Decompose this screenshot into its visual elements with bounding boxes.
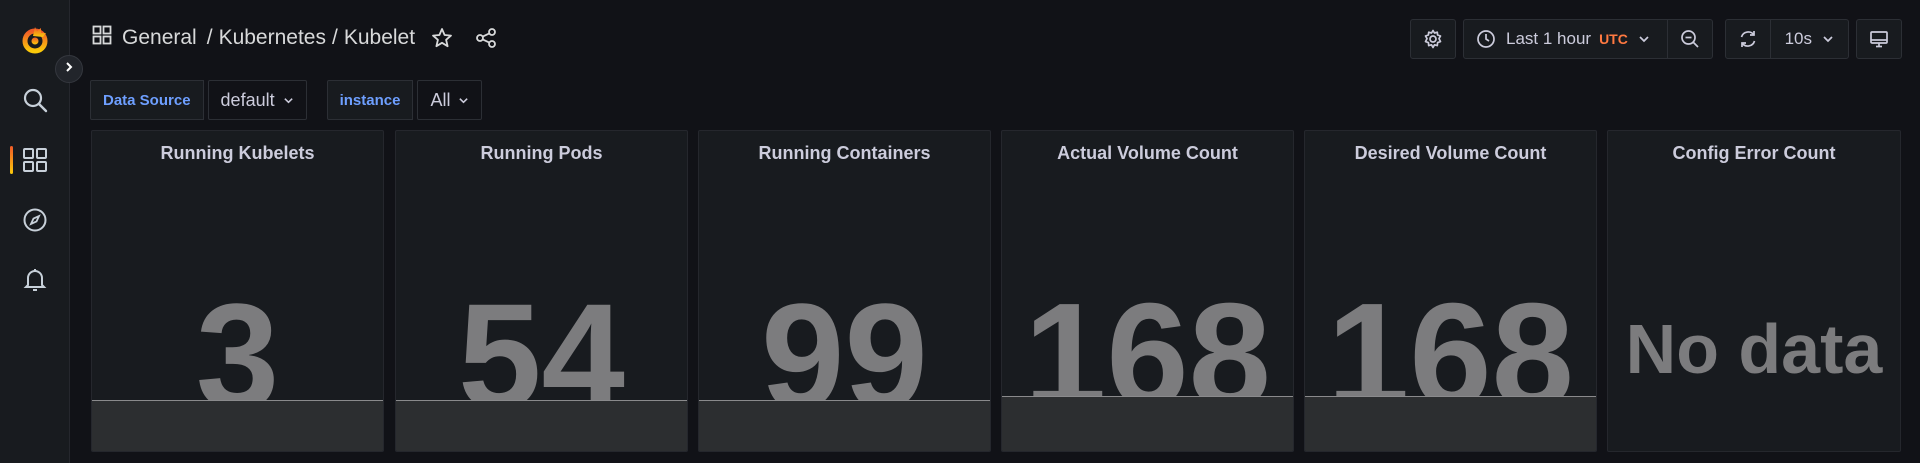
dashboard-title[interactable]: Kubelet <box>344 26 415 50</box>
explore-icon[interactable] <box>0 198 70 242</box>
breadcrumb-section[interactable]: Kubernetes <box>219 26 326 50</box>
stat-panel-config-error-count[interactable]: Config Error Count No data <box>1607 130 1901 452</box>
sparkline <box>1305 396 1596 451</box>
chevron-right-icon <box>63 60 75 78</box>
stat-panel-actual-volume-count[interactable]: Actual Volume Count 168 <box>1001 130 1294 452</box>
refresh-icon <box>1738 29 1758 49</box>
sparkline <box>92 400 383 451</box>
zoom-out-button[interactable] <box>1668 20 1712 58</box>
zoom-out-icon <box>1680 29 1700 49</box>
sparkline <box>1002 396 1293 451</box>
variable-value: default <box>220 89 275 110</box>
search-icon[interactable] <box>0 78 70 122</box>
expand-menu-button[interactable] <box>55 55 83 83</box>
variable-select-instance[interactable]: All <box>417 80 483 120</box>
variable-label-instance: instance <box>326 80 414 120</box>
stat-panel-desired-volume-count[interactable]: Desired Volume Count 168 <box>1304 130 1597 452</box>
time-range-label: Last 1 hour <box>1506 29 1592 48</box>
stat-panel-running-kubelets[interactable]: Running Kubelets 3 <box>91 130 384 452</box>
panel-title[interactable]: Running Containers <box>699 143 990 164</box>
variable-value: All <box>430 89 451 110</box>
sparkline <box>699 400 990 451</box>
refresh-interval-label: 10s <box>1784 29 1813 48</box>
chevron-down-icon <box>1822 33 1834 45</box>
share-icon[interactable] <box>475 27 497 49</box>
chevron-down-icon <box>458 95 469 106</box>
timezone-label: UTC <box>1599 31 1628 47</box>
dashboard-grid-icon <box>92 25 112 51</box>
tv-mode-icon <box>1857 20 1901 58</box>
time-picker-group: Last 1 hour UTC <box>1463 19 1713 59</box>
stat-panel-running-pods[interactable]: Running Pods 54 <box>395 130 688 452</box>
breadcrumb: General / Kubernetes / Kubelet <box>92 20 497 56</box>
no-data-text: No data <box>1625 310 1883 388</box>
settings-icon <box>1411 20 1455 58</box>
panel-title[interactable]: Desired Volume Count <box>1305 143 1596 164</box>
top-navbar: General / Kubernetes / Kubelet Last 1 ho… <box>70 0 1920 78</box>
variable-label-datasource: Data Source <box>90 80 204 120</box>
sparkline <box>396 400 687 451</box>
chevron-down-icon <box>283 95 294 106</box>
stat-panel-running-containers[interactable]: Running Containers 99 <box>698 130 991 452</box>
variable-select-datasource[interactable]: default <box>207 80 307 120</box>
grafana-logo[interactable] <box>0 18 70 62</box>
panel-title[interactable]: Running Pods <box>396 143 687 164</box>
refresh-picker-group: 10s <box>1725 19 1849 59</box>
clock-icon <box>1476 29 1496 49</box>
refresh-button[interactable] <box>1726 20 1770 58</box>
breadcrumb-folder[interactable]: General <box>122 26 197 50</box>
panel-title[interactable]: Running Kubelets <box>92 143 383 164</box>
dashboard-variables: Data Source default instance All <box>90 80 483 120</box>
chevron-down-icon <box>1638 33 1650 45</box>
panel-title[interactable]: Config Error Count <box>1608 143 1900 164</box>
dashboards-icon[interactable] <box>0 138 70 182</box>
star-icon[interactable] <box>431 27 453 49</box>
breadcrumb-separator: / <box>331 26 338 49</box>
refresh-interval-picker[interactable]: 10s <box>1771 20 1848 58</box>
tv-mode-button[interactable] <box>1856 19 1902 59</box>
panel-title[interactable]: Actual Volume Count <box>1002 143 1293 164</box>
breadcrumb-separator: / <box>206 26 213 49</box>
settings-button[interactable] <box>1410 19 1456 59</box>
time-range-picker[interactable]: Last 1 hour UTC <box>1464 20 1667 58</box>
alerting-icon[interactable] <box>0 258 70 302</box>
